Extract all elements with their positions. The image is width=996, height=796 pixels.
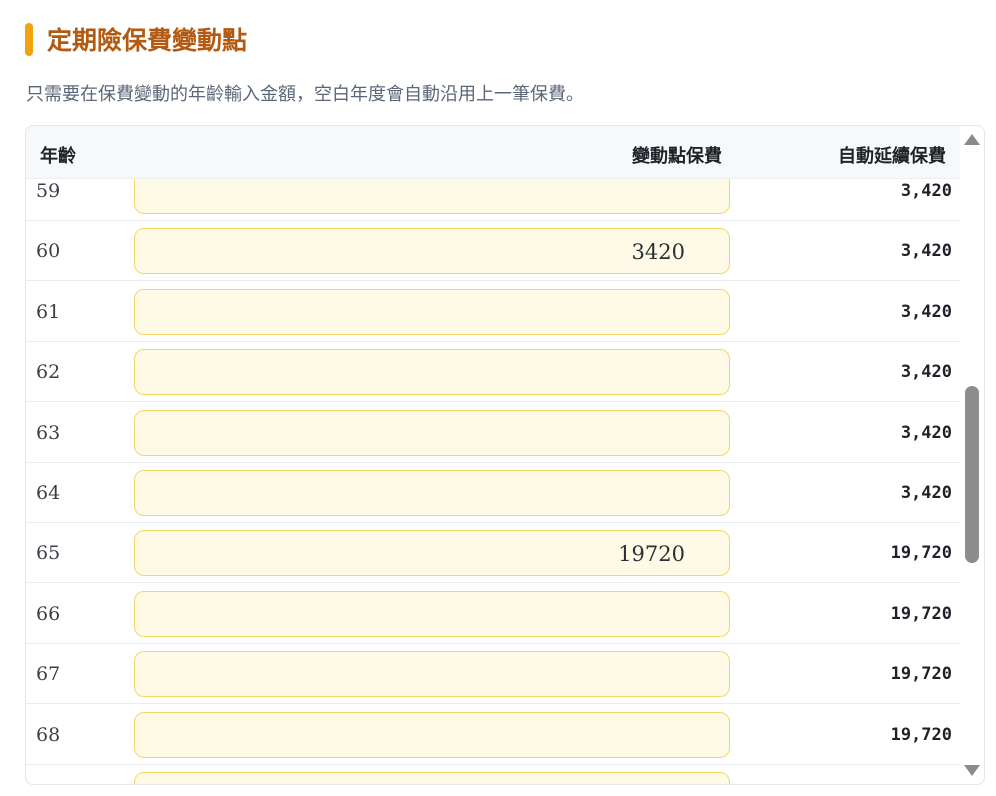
header-auto-premium: 自動延續保費 — [838, 146, 946, 167]
auto-premium-cell: 3,420 — [900, 301, 952, 322]
table-row: 63 3,420 — [26, 403, 960, 463]
premium-input[interactable] — [134, 349, 730, 396]
premium-input[interactable] — [134, 409, 730, 456]
scroll-down-arrow-icon[interactable] — [964, 765, 980, 776]
age-cell: 61 — [36, 300, 61, 323]
auto-premium-cell: 3,420 — [900, 241, 952, 262]
instruction-text: 只需要在保費變動的年齡輸入金額，空白年度會自動沿用上一筆保費。 — [26, 84, 584, 105]
table-row: 68 19,720 — [26, 705, 960, 765]
auto-premium-cell: 3,420 — [900, 483, 952, 503]
premium-input[interactable]: 19720 — [134, 530, 730, 577]
premium-input[interactable] — [134, 772, 730, 784]
table-row: 66 19,720 — [26, 584, 960, 644]
age-cell: 64 — [36, 482, 61, 504]
age-cell: 65 — [36, 542, 61, 565]
auto-premium-cell: 19,720 — [890, 543, 952, 564]
auto-premium-cell: 19,720 — [890, 664, 952, 685]
scroll-thumb[interactable] — [965, 386, 979, 563]
auto-premium-cell: 3,420 — [900, 181, 952, 201]
table-row: 62 3,420 — [26, 342, 960, 403]
table-row: 59 3,420 — [26, 179, 960, 221]
premium-input[interactable]: 3420 — [134, 228, 730, 275]
auto-premium-cell: 3,420 — [900, 362, 952, 383]
table-row: 65 19720 19,720 — [26, 523, 960, 584]
section-title: 定期險保費變動點 — [25, 22, 247, 56]
vertical-scrollbar[interactable] — [962, 127, 984, 783]
table-row — [26, 765, 960, 784]
premium-input[interactable] — [134, 179, 730, 214]
age-cell: 63 — [36, 421, 61, 444]
table-row: 67 19,720 — [26, 644, 960, 705]
premium-table: 年齡 變動點保費 自動延續保費 59 3,420 60 3420 3,420 61 3,42… — [25, 125, 985, 785]
page-title: 定期險保費變動點 — [47, 26, 248, 55]
title-accent-bar — [25, 22, 33, 56]
age-cell: 67 — [36, 663, 61, 686]
premium-input[interactable] — [134, 651, 730, 698]
header-age: 年齡 — [40, 146, 76, 167]
auto-premium-cell: 3,420 — [900, 422, 952, 443]
table-row: 64 3,420 — [26, 463, 960, 523]
table-body[interactable]: 59 3,420 60 3420 3,420 61 3,420 62 3,420 63 3,420 6… — [26, 179, 960, 784]
header-change-premium: 變動點保費 — [632, 146, 722, 167]
premium-input[interactable] — [134, 711, 730, 758]
premium-input[interactable] — [134, 590, 730, 637]
age-cell: 62 — [36, 361, 61, 384]
age-cell: 59 — [36, 180, 61, 202]
auto-premium-cell: 19,720 — [890, 724, 952, 745]
table-row: 60 3420 3,420 — [26, 221, 960, 282]
scroll-up-arrow-icon[interactable] — [964, 134, 980, 145]
table-header: 年齡 變動點保費 自動延續保費 — [26, 126, 960, 179]
premium-input[interactable] — [134, 288, 730, 335]
table-row: 61 3,420 — [26, 282, 960, 342]
age-cell: 60 — [36, 240, 61, 263]
age-cell: 66 — [36, 602, 61, 625]
auto-premium-cell: 19,720 — [890, 603, 952, 624]
age-cell: 68 — [36, 723, 61, 746]
premium-input[interactable] — [134, 470, 730, 516]
